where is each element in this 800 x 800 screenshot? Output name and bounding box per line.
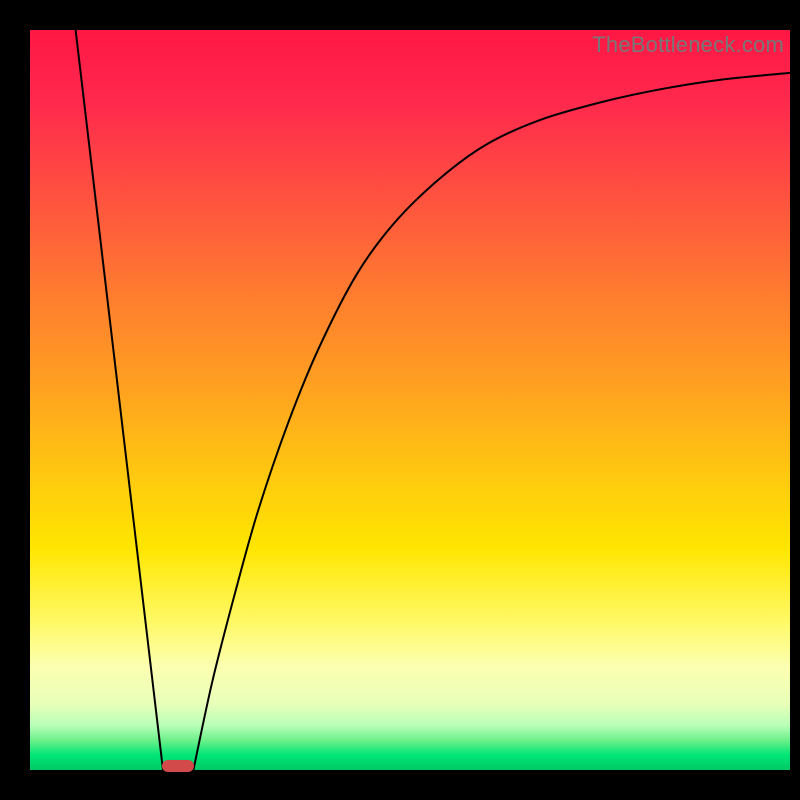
left-segment-line: [76, 30, 163, 770]
curve-svg: [30, 30, 790, 770]
min-marker: [162, 760, 194, 772]
plot-area: TheBottleneck.com: [30, 30, 790, 770]
right-segment-curve: [193, 73, 790, 770]
chart-container: TheBottleneck.com: [0, 0, 800, 800]
